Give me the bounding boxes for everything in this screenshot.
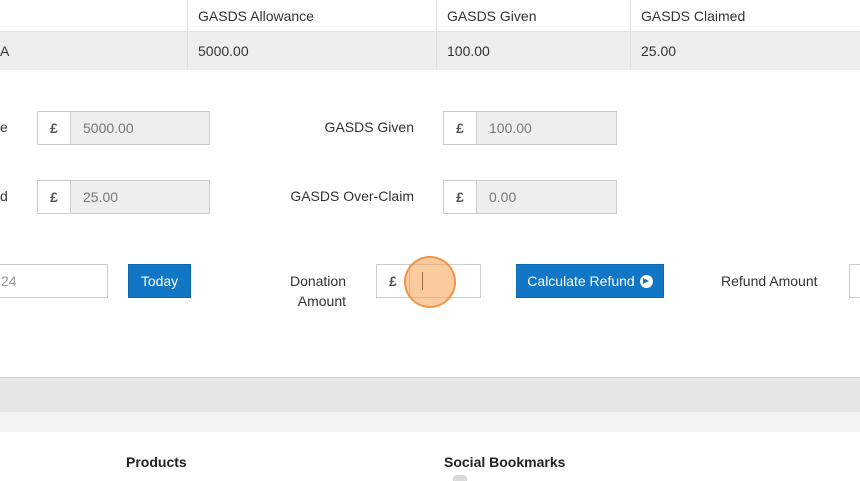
allowance-field: 5000.00: [71, 111, 210, 145]
given-currency-addon: £: [443, 111, 477, 145]
gasds-table-header: GASDS Allowance GASDS Given GASDS Claime…: [0, 0, 860, 32]
row-cell-claimed: 25.00: [630, 32, 860, 70]
claimed-currency-addon: £: [37, 180, 71, 214]
donation-amount-label-line1: Donation: [289, 273, 346, 289]
gasds-given-label: GASDS Given: [324, 119, 414, 135]
calculate-refund-button[interactable]: Calculate Refund: [516, 264, 664, 298]
header-gasds-allowance: GASDS Allowance: [187, 0, 438, 31]
footer: Products Social Bookmarks: [0, 412, 860, 481]
footer-social-heading: Social Bookmarks: [444, 454, 566, 470]
today-button[interactable]: Today: [128, 264, 191, 298]
footer-panel: Products Social Bookmarks: [0, 432, 860, 481]
header-gasds-given: GASDS Given: [436, 0, 632, 31]
section-divider-band: [0, 377, 860, 412]
refund-amount-field: [849, 264, 860, 298]
click-highlight: [404, 256, 456, 308]
overclaim-field: 0.00: [477, 180, 617, 214]
refund-amount-label: Refund Amount: [721, 273, 818, 289]
given-field: 100.00: [477, 111, 617, 145]
gasds-overclaim-label: GASDS Over-Claim: [290, 188, 414, 204]
allowance-label: e: [0, 119, 8, 135]
claimed-label: d: [0, 188, 8, 204]
allowance-currency-addon: £: [37, 111, 71, 145]
overclaim-currency-addon: £: [443, 180, 477, 214]
header-gasds-claimed: GASDS Claimed: [630, 0, 860, 31]
arrow-circle-right-icon: [639, 274, 653, 288]
donation-amount-label-line2: Amount: [297, 293, 346, 309]
table-row: A 5000.00 100.00 25.00: [0, 32, 860, 70]
row-cell-given: 100.00: [436, 32, 632, 70]
donation-date-input[interactable]: 24: [0, 264, 108, 298]
row-cell-allowance: 5000.00: [187, 32, 438, 70]
row-cell-first: A: [0, 43, 10, 59]
social-bookmark-icon[interactable]: [453, 475, 467, 481]
claimed-field: 25.00: [71, 180, 210, 214]
footer-products-heading: Products: [126, 454, 187, 470]
